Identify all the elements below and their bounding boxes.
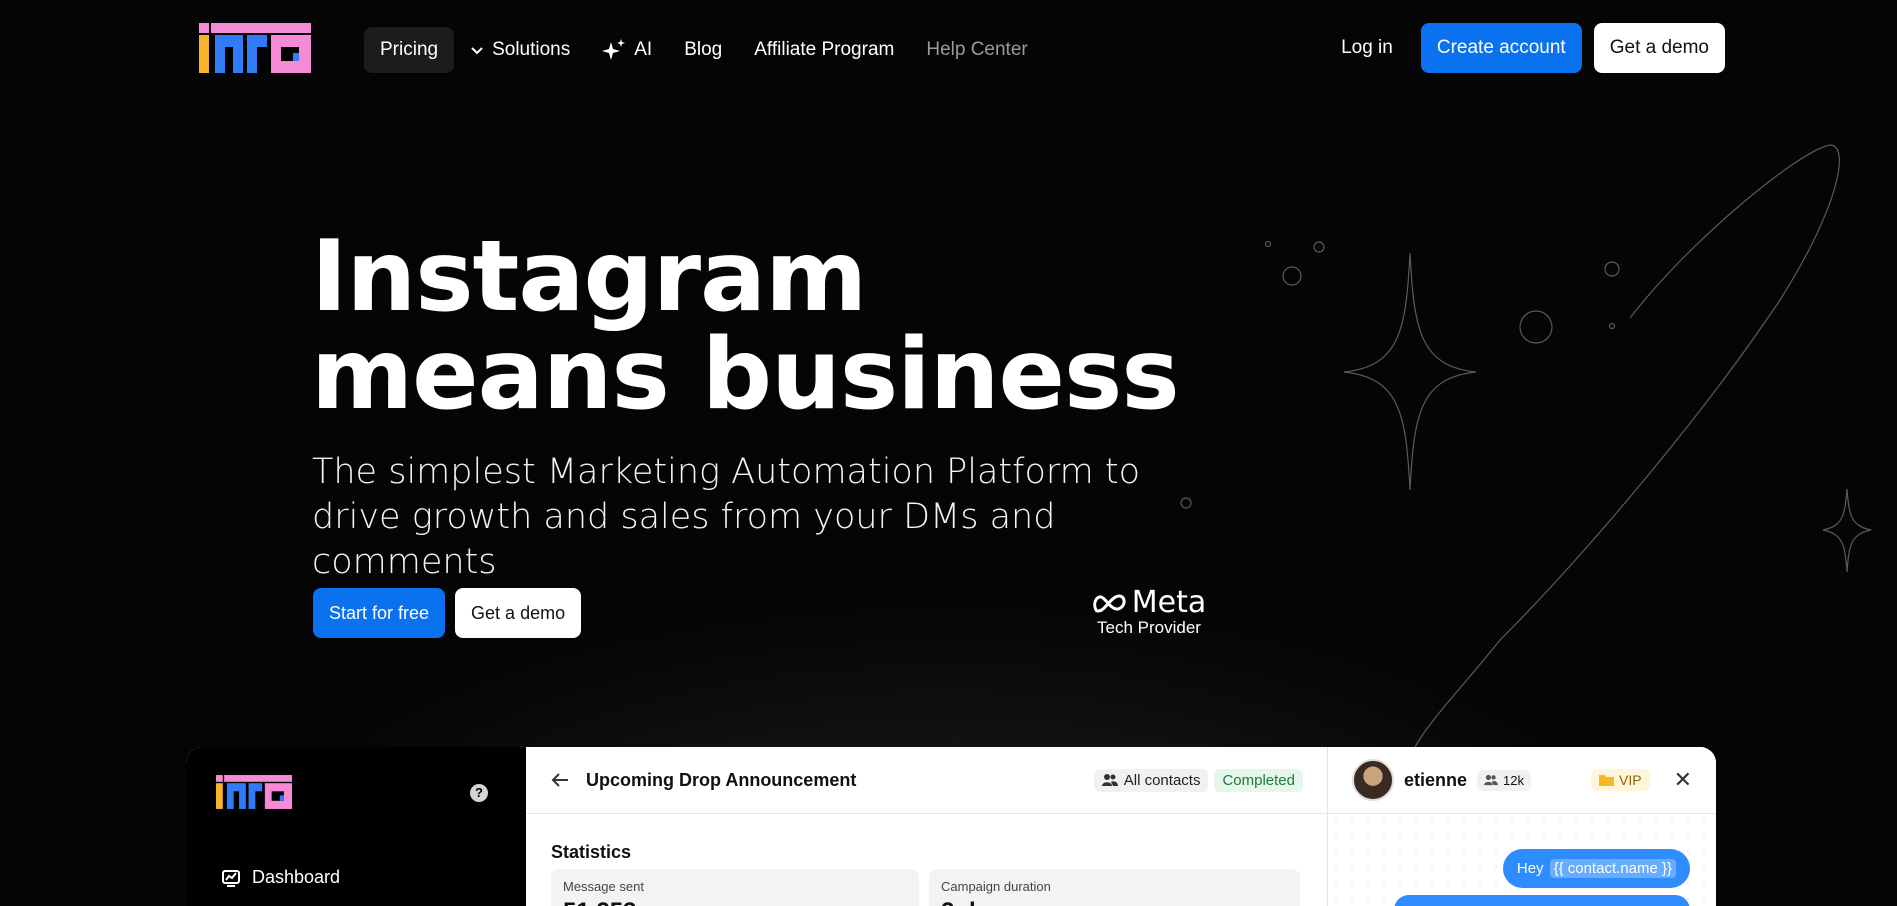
nav-actions: Log in Create account Get a demo — [1325, 23, 1725, 73]
stat-label: Campaign duration — [941, 879, 1051, 894]
sparkles-icon — [602, 39, 626, 60]
top-nav: Pricing Solutions AI Blog Affiliate Prog… — [0, 0, 1897, 98]
deco-circle — [1608, 322, 1616, 330]
deco-circle — [1519, 310, 1553, 344]
help-icon[interactable]: ? — [470, 784, 488, 802]
nav-ai[interactable]: AI — [586, 26, 668, 74]
campaign-header: Upcoming Drop Announcement All contacts … — [526, 747, 1327, 814]
stat-label: Message sent — [563, 879, 644, 894]
chat-header: etienne 12k VIP ✕ — [1328, 747, 1716, 814]
sparkle-star-large — [1343, 252, 1477, 491]
avatar[interactable] — [1352, 759, 1394, 801]
hero-title-line-2: means business — [311, 318, 1180, 432]
nav-solutions[interactable]: Solutions — [454, 27, 586, 73]
deco-circle — [1282, 266, 1302, 286]
campaign-title: Upcoming Drop Announcement — [586, 769, 857, 790]
campaign-panel: Upcoming Drop Announcement All contacts … — [526, 747, 1328, 906]
chevron-down-icon — [471, 47, 483, 55]
meta-brand: Meta — [1131, 585, 1207, 620]
chat-panel: etienne 12k VIP ✕ Hey {{ contact.name }} — [1328, 747, 1716, 906]
create-account-button[interactable]: Create account — [1420, 23, 1582, 73]
meta-infinity-icon — [1092, 594, 1126, 613]
nav-links: Pricing Solutions AI Blog Affiliate Prog… — [364, 26, 1044, 74]
users-icon — [1484, 774, 1498, 786]
stats-heading: Statistics — [551, 842, 632, 862]
users-icon — [1101, 774, 1118, 786]
chat-message-bubble: Hey {{ contact.name }} — [1502, 849, 1690, 888]
deco-circle — [1264, 240, 1272, 248]
chart-icon — [222, 869, 240, 887]
get-demo-button[interactable]: Get a demo — [1593, 23, 1725, 73]
start-free-button[interactable]: Start for free — [313, 588, 446, 638]
contact-name: etienne — [1404, 769, 1468, 790]
stat-value: 2 days — [941, 898, 1288, 906]
sparkle-star-small — [1822, 488, 1872, 573]
folder-icon — [1598, 775, 1614, 786]
arrow-left-icon[interactable] — [550, 770, 570, 790]
deco-circle — [1604, 261, 1620, 277]
close-icon[interactable]: ✕ — [1674, 767, 1692, 793]
app-sidebar: ? Dashboard — [186, 747, 526, 906]
orbit-line — [1414, 144, 1840, 748]
status-badge: Completed — [1214, 768, 1303, 792]
meta-tech-provider-badge: Meta Tech Provider — [1090, 588, 1208, 638]
deco-circle — [1313, 241, 1325, 253]
hero-subtitle: The simplest Marketing Automation Platfo… — [312, 452, 1141, 582]
stat-card-messages: Message sent 51,253 — [551, 869, 919, 906]
followers-badge: 12k — [1477, 769, 1531, 791]
hero-title-line-1: Instagram — [311, 220, 867, 334]
app-preview: ? Dashboard Upcoming Drop Announcement A… — [186, 747, 1716, 906]
variable-chip: {{ contact.name }} — [1549, 859, 1676, 878]
sidebar-item-dashboard[interactable]: Dashboard — [222, 867, 340, 888]
audience-chip[interactable]: All contacts — [1093, 768, 1209, 792]
meta-subtitle: Tech Provider — [1097, 618, 1201, 637]
vip-tag[interactable]: VIP — [1590, 769, 1650, 791]
nav-blog[interactable]: Blog — [668, 27, 738, 73]
hero-title: Instagram means business — [311, 220, 1180, 432]
nav-pricing[interactable]: Pricing — [364, 27, 455, 73]
nav-affiliate-program[interactable]: Affiliate Program — [738, 27, 910, 73]
chat-message-bubble — [1394, 895, 1690, 906]
stat-card-duration: Campaign duration 2 days — [929, 869, 1300, 906]
hero-cta-group: Start for free Get a demo — [313, 588, 582, 638]
nav-help-center[interactable]: Help Center — [910, 27, 1043, 73]
stat-value: 51,253 — [563, 898, 907, 906]
inro-logo[interactable] — [199, 23, 311, 73]
inro-logo-small — [216, 775, 292, 809]
login-link[interactable]: Log in — [1325, 23, 1409, 73]
hero-get-demo-button[interactable]: Get a demo — [455, 588, 582, 638]
